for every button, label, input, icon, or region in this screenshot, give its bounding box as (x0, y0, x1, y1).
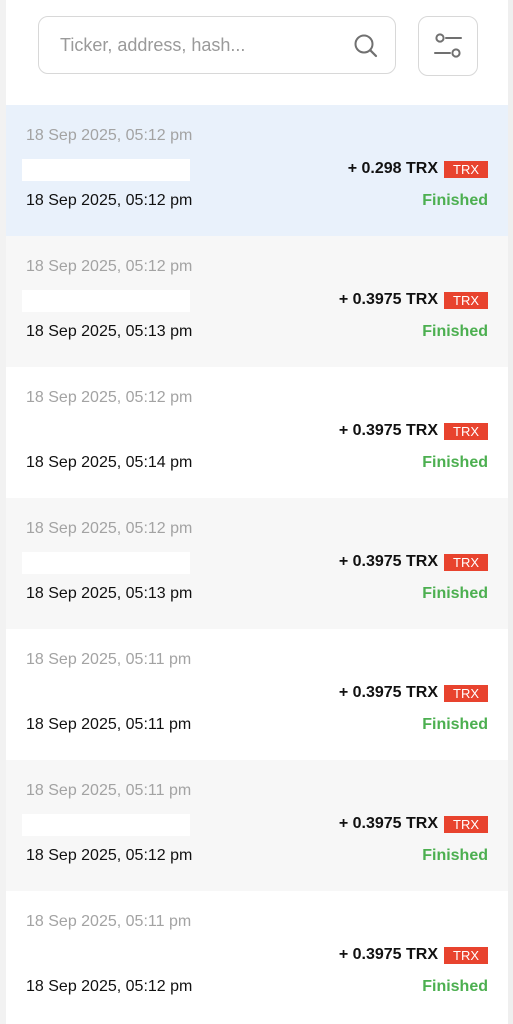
status-label: Finished (422, 847, 488, 864)
transaction-time: 18 Sep 2025, 05:12 pm (26, 127, 193, 144)
token-badge: TRX (444, 553, 488, 571)
transaction-completed-time: 18 Sep 2025, 05:13 pm (26, 585, 193, 602)
search-icon[interactable] (353, 33, 379, 59)
transaction-amount-group: + 0.3975 TRX TRX (339, 553, 488, 571)
token-badge: TRX (444, 946, 488, 964)
transaction-row[interactable]: 18 Sep 2025, 05:11 pm + 0.3975 TRX TRX 1… (6, 629, 508, 760)
transaction-history-screen: 18 Sep 2025, 05:12 pm + 0.298 TRX TRX 18… (6, 0, 508, 1024)
transaction-amount-group: + 0.3975 TRX TRX (339, 684, 488, 702)
transaction-row[interactable]: 18 Sep 2025, 05:11 pm + 0.3975 TRX TRX 1… (6, 760, 508, 891)
scrollbar-track[interactable] (508, 0, 513, 1024)
token-badge: TRX (444, 422, 488, 440)
redacted-address (22, 159, 190, 181)
transaction-amount-group: + 0.3975 TRX TRX (339, 422, 488, 440)
transaction-time: 18 Sep 2025, 05:12 pm (26, 520, 193, 537)
transaction-completed-time: 18 Sep 2025, 05:12 pm (26, 192, 193, 209)
transaction-amount-group: + 0.3975 TRX TRX (339, 946, 488, 964)
transaction-time: 18 Sep 2025, 05:12 pm (26, 389, 193, 406)
transaction-completed-time: 18 Sep 2025, 05:14 pm (26, 454, 193, 471)
status-label: Finished (422, 585, 488, 602)
transaction-amount: + 0.3975 TRX (338, 684, 438, 701)
filter-sliders-icon (434, 33, 462, 58)
transaction-completed-time: 18 Sep 2025, 05:12 pm (26, 847, 193, 864)
transaction-amount: + 0.298 TRX (347, 160, 438, 177)
transaction-amount-group: + 0.3975 TRX TRX (339, 815, 488, 833)
status-label: Finished (422, 192, 488, 209)
transaction-row[interactable]: 18 Sep 2025, 05:12 pm + 0.3975 TRX TRX 1… (6, 367, 508, 498)
transaction-row[interactable]: 18 Sep 2025, 05:12 pm + 0.3975 TRX TRX 1… (6, 498, 508, 629)
token-badge: TRX (444, 160, 488, 178)
search-input[interactable] (60, 31, 330, 59)
status-label: Finished (422, 978, 488, 995)
transaction-completed-time: 18 Sep 2025, 05:11 pm (26, 716, 192, 733)
transaction-amount: + 0.3975 TRX (338, 946, 438, 963)
transaction-completed-time: 18 Sep 2025, 05:13 pm (26, 323, 193, 340)
transaction-amount-group: + 0.3975 TRX TRX (339, 291, 488, 309)
transaction-list: 18 Sep 2025, 05:12 pm + 0.298 TRX TRX 18… (6, 105, 508, 1022)
transaction-time: 18 Sep 2025, 05:11 pm (26, 913, 192, 930)
token-badge: TRX (444, 291, 488, 309)
transaction-row[interactable]: 18 Sep 2025, 05:11 pm + 0.3975 TRX TRX 1… (6, 891, 508, 1022)
transaction-amount: + 0.3975 TRX (338, 291, 438, 308)
status-label: Finished (422, 716, 488, 733)
redacted-address (22, 552, 190, 574)
transaction-time: 18 Sep 2025, 05:11 pm (26, 651, 192, 668)
transaction-time: 18 Sep 2025, 05:12 pm (26, 258, 193, 275)
transaction-amount: + 0.3975 TRX (338, 422, 438, 439)
transaction-completed-time: 18 Sep 2025, 05:12 pm (26, 978, 193, 995)
token-badge: TRX (444, 684, 488, 702)
transaction-amount: + 0.3975 TRX (338, 553, 438, 570)
filter-button[interactable] (418, 16, 478, 76)
status-label: Finished (422, 323, 488, 340)
redacted-address (22, 290, 190, 312)
search-bar (6, 0, 508, 105)
search-box[interactable] (38, 16, 396, 74)
transaction-row[interactable]: 18 Sep 2025, 05:12 pm + 0.298 TRX TRX 18… (6, 105, 508, 236)
transaction-time: 18 Sep 2025, 05:11 pm (26, 782, 192, 799)
redacted-address (22, 814, 190, 836)
transaction-amount: + 0.3975 TRX (338, 815, 438, 832)
token-badge: TRX (444, 815, 488, 833)
status-label: Finished (422, 454, 488, 471)
transaction-amount-group: + 0.298 TRX TRX (348, 160, 488, 178)
transaction-row[interactable]: 18 Sep 2025, 05:12 pm + 0.3975 TRX TRX 1… (6, 236, 508, 367)
